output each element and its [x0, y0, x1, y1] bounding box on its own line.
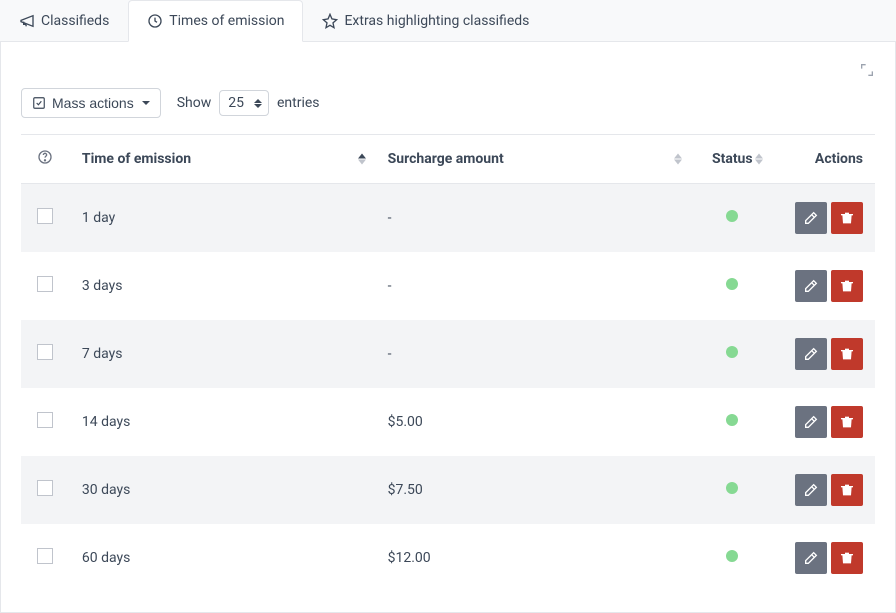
- col-status-label: Status: [712, 151, 753, 167]
- clock-icon: [147, 13, 163, 29]
- row-checkbox[interactable]: [37, 480, 53, 496]
- cell-time: 7 days: [70, 320, 376, 388]
- row-checkbox[interactable]: [37, 412, 53, 428]
- table-row: 3 days-: [21, 252, 875, 320]
- row-checkbox[interactable]: [37, 276, 53, 292]
- edit-icon: [803, 278, 819, 294]
- delete-button[interactable]: [831, 338, 863, 370]
- cell-status: [692, 388, 774, 456]
- mass-actions-label: Mass actions: [52, 95, 134, 111]
- controls: Mass actions Show 25 entries: [21, 88, 875, 118]
- col-time-label: Time of emission: [82, 151, 191, 167]
- cell-status: [692, 456, 774, 524]
- chevron-down-icon: [142, 101, 150, 105]
- cell-status: [692, 524, 774, 592]
- table-row: 60 days$12.00: [21, 524, 875, 592]
- sort-icon: [755, 154, 763, 165]
- page-size-select[interactable]: 25: [219, 90, 269, 116]
- delete-button[interactable]: [831, 270, 863, 302]
- tab-times-of-emission[interactable]: Times of emission: [128, 0, 303, 42]
- sort-arrows-icon: [254, 99, 262, 108]
- col-help: [21, 135, 70, 184]
- tab-label: Times of emission: [169, 13, 284, 29]
- table-row: 30 days$7.50: [21, 456, 875, 524]
- status-dot-icon: [726, 210, 738, 222]
- trash-icon: [839, 414, 855, 430]
- table-row: 7 days-: [21, 320, 875, 388]
- status-dot-icon: [726, 482, 738, 494]
- tab-bar: Classifieds Times of emission Extras hig…: [0, 0, 896, 42]
- edit-button[interactable]: [795, 474, 827, 506]
- edit-icon: [803, 414, 819, 430]
- row-checkbox[interactable]: [37, 344, 53, 360]
- trash-icon: [839, 346, 855, 362]
- expand-icon[interactable]: [859, 62, 875, 78]
- edit-icon: [803, 210, 819, 226]
- table-row: 1 day-: [21, 184, 875, 253]
- trash-icon: [839, 278, 855, 294]
- entries-label: entries: [277, 95, 320, 111]
- help-icon[interactable]: [37, 149, 53, 165]
- mass-actions-button[interactable]: Mass actions: [21, 88, 161, 118]
- page-size-group: Show 25 entries: [177, 90, 320, 116]
- edit-icon: [803, 482, 819, 498]
- sort-icon: [674, 154, 682, 165]
- megaphone-icon: [19, 13, 35, 29]
- cell-surcharge: $5.00: [376, 388, 692, 456]
- cell-time: 3 days: [70, 252, 376, 320]
- cell-surcharge: $7.50: [376, 456, 692, 524]
- cell-surcharge: -: [376, 252, 692, 320]
- show-label: Show: [177, 95, 212, 111]
- cell-status: [692, 252, 774, 320]
- trash-icon: [839, 210, 855, 226]
- edit-button[interactable]: [795, 542, 827, 574]
- trash-icon: [839, 482, 855, 498]
- panel: Mass actions Show 25 entries Time of emi…: [0, 42, 896, 613]
- cell-surcharge: -: [376, 184, 692, 253]
- delete-button[interactable]: [831, 542, 863, 574]
- panel-toolbar: [21, 62, 875, 78]
- cell-time: 30 days: [70, 456, 376, 524]
- status-dot-icon: [726, 278, 738, 290]
- col-time[interactable]: Time of emission: [70, 135, 376, 184]
- tab-classifieds[interactable]: Classifieds: [0, 0, 128, 41]
- edit-button[interactable]: [795, 406, 827, 438]
- cell-time: 60 days: [70, 524, 376, 592]
- star-icon: [322, 13, 338, 29]
- tab-label: Extras highlighting classifieds: [344, 13, 529, 29]
- status-dot-icon: [726, 414, 738, 426]
- delete-button[interactable]: [831, 202, 863, 234]
- tab-extras[interactable]: Extras highlighting classifieds: [303, 0, 548, 41]
- delete-button[interactable]: [831, 474, 863, 506]
- row-checkbox[interactable]: [37, 548, 53, 564]
- status-dot-icon: [726, 550, 738, 562]
- table-row: 14 days$5.00: [21, 388, 875, 456]
- cell-time: 1 day: [70, 184, 376, 253]
- col-surcharge[interactable]: Surcharge amount: [376, 135, 692, 184]
- cell-time: 14 days: [70, 388, 376, 456]
- cell-surcharge: -: [376, 320, 692, 388]
- edit-icon: [803, 346, 819, 362]
- edit-icon: [803, 550, 819, 566]
- delete-button[interactable]: [831, 406, 863, 438]
- col-surcharge-label: Surcharge amount: [388, 151, 504, 167]
- page-size-value: 25: [228, 95, 244, 111]
- edit-button[interactable]: [795, 270, 827, 302]
- cell-status: [692, 184, 774, 253]
- cell-surcharge: $12.00: [376, 524, 692, 592]
- status-dot-icon: [726, 346, 738, 358]
- data-table: Time of emission Surcharge amount Status…: [21, 134, 875, 592]
- col-actions: Actions: [773, 135, 875, 184]
- row-checkbox[interactable]: [37, 208, 53, 224]
- col-actions-label: Actions: [815, 151, 863, 167]
- sort-icon: [358, 154, 366, 165]
- col-status[interactable]: Status: [692, 135, 774, 184]
- trash-icon: [839, 550, 855, 566]
- cell-status: [692, 320, 774, 388]
- tab-label: Classifieds: [41, 13, 109, 29]
- edit-button[interactable]: [795, 202, 827, 234]
- edit-button[interactable]: [795, 338, 827, 370]
- checkbox-icon: [32, 96, 46, 110]
